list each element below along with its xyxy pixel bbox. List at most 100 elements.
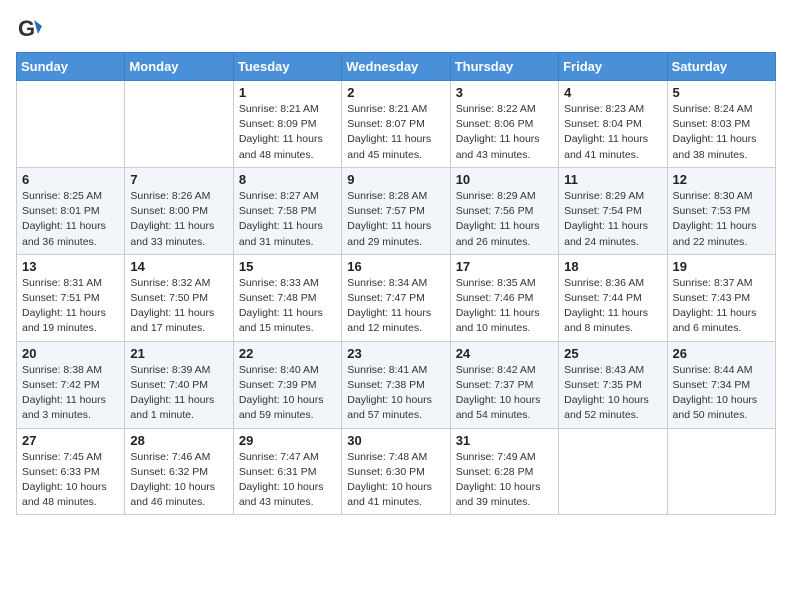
- calendar-day-cell: 11Sunrise: 8:29 AM Sunset: 7:54 PM Dayli…: [559, 167, 667, 254]
- calendar-day-cell: 23 Sunrise: 8:41 AM Sunset: 7:38 PM Dayli…: [342, 341, 450, 428]
- day-info: Sunrise: 8:28 AM Sunset: 7:57 PM Dayligh…: [347, 189, 444, 250]
- day-number: 24: [456, 346, 553, 361]
- calendar-day-cell: 25 Sunrise: 8:43 AM Sunset: 7:35 PM Dayli…: [559, 341, 667, 428]
- day-number: 12: [673, 172, 770, 187]
- day-info: Sunrise: 8:26 AM Sunset: 8:00 PM Dayligh…: [130, 189, 227, 250]
- day-number: 13: [22, 259, 119, 274]
- day-number: 8: [239, 172, 336, 187]
- day-info: Sunrise: 8:21 AM Sunset: 8:07 PM Dayligh…: [347, 102, 444, 163]
- day-number: 25: [564, 346, 661, 361]
- calendar-day-cell: 15Sunrise: 8:33 AM Sunset: 7:48 PM Dayli…: [233, 254, 341, 341]
- day-number: 30: [347, 433, 444, 448]
- weekday-header-cell: Saturday: [667, 53, 775, 81]
- day-number: 10: [456, 172, 553, 187]
- day-info: Sunrise: 8:32 AM Sunset: 7:50 PM Dayligh…: [130, 276, 227, 337]
- calendar-day-cell: 26 Sunrise: 8:44 AM Sunset: 7:34 PM Dayli…: [667, 341, 775, 428]
- day-number: 3: [456, 85, 553, 100]
- day-number: 9: [347, 172, 444, 187]
- calendar-day-cell: 24 Sunrise: 8:42 AM Sunset: 7:37 PM Dayli…: [450, 341, 558, 428]
- day-info: Sunrise: 8:30 AM Sunset: 7:53 PM Dayligh…: [673, 189, 770, 250]
- day-info: Sunrise: 8:31 AM Sunset: 7:51 PM Dayligh…: [22, 276, 119, 337]
- day-number: 22: [239, 346, 336, 361]
- day-info: Sunrise: 7:48 AM Sunset: 6:30 PM Dayligh…: [347, 450, 444, 511]
- calendar-day-cell: 7 Sunrise: 8:26 AM Sunset: 8:00 PM Daylig…: [125, 167, 233, 254]
- day-number: 18: [564, 259, 661, 274]
- calendar-day-cell: 5 Sunrise: 8:24 AM Sunset: 8:03 PM Daylig…: [667, 81, 775, 168]
- day-number: 21: [130, 346, 227, 361]
- day-info: Sunrise: 8:24 AM Sunset: 8:03 PM Dayligh…: [673, 102, 770, 163]
- weekday-header-cell: Wednesday: [342, 53, 450, 81]
- day-info: Sunrise: 8:33 AM Sunset: 7:48 PM Dayligh…: [239, 276, 336, 337]
- weekday-header-cell: Friday: [559, 53, 667, 81]
- calendar-day-cell: 8 Sunrise: 8:27 AM Sunset: 7:58 PM Daylig…: [233, 167, 341, 254]
- day-number: 27: [22, 433, 119, 448]
- calendar-day-cell: 12 Sunrise: 8:30 AM Sunset: 7:53 PM Dayli…: [667, 167, 775, 254]
- calendar-day-cell: 3Sunrise: 8:22 AM Sunset: 8:06 PM Daylig…: [450, 81, 558, 168]
- day-number: 7: [130, 172, 227, 187]
- day-info: Sunrise: 8:27 AM Sunset: 7:58 PM Dayligh…: [239, 189, 336, 250]
- calendar-week-row: 20 Sunrise: 8:38 AM Sunset: 7:42 PM Dayli…: [17, 341, 776, 428]
- logo: G: [16, 16, 48, 44]
- calendar-day-cell: 1Sunrise: 8:21 AM Sunset: 8:09 PM Daylig…: [233, 81, 341, 168]
- calendar-week-row: 13 Sunrise: 8:31 AM Sunset: 7:51 PM Dayli…: [17, 254, 776, 341]
- calendar-day-cell: 2 Sunrise: 8:21 AM Sunset: 8:07 PM Daylig…: [342, 81, 450, 168]
- svg-text:G: G: [18, 16, 35, 41]
- day-info: Sunrise: 8:42 AM Sunset: 7:37 PM Dayligh…: [456, 363, 553, 424]
- calendar-day-cell: 13 Sunrise: 8:31 AM Sunset: 7:51 PM Dayli…: [17, 254, 125, 341]
- calendar-day-cell: [559, 428, 667, 515]
- day-info: Sunrise: 8:38 AM Sunset: 7:42 PM Dayligh…: [22, 363, 119, 424]
- day-info: Sunrise: 8:36 AM Sunset: 7:44 PM Dayligh…: [564, 276, 661, 337]
- calendar-day-cell: 17Sunrise: 8:35 AM Sunset: 7:46 PM Dayli…: [450, 254, 558, 341]
- day-number: 5: [673, 85, 770, 100]
- calendar-day-cell: 27 Sunrise: 7:45 AM Sunset: 6:33 PM Dayli…: [17, 428, 125, 515]
- weekday-header-cell: Monday: [125, 53, 233, 81]
- calendar-day-cell: 31 Sunrise: 7:49 AM Sunset: 6:28 PM Dayli…: [450, 428, 558, 515]
- day-info: Sunrise: 8:23 AM Sunset: 8:04 PM Dayligh…: [564, 102, 661, 163]
- day-number: 26: [673, 346, 770, 361]
- calendar-day-cell: 4 Sunrise: 8:23 AM Sunset: 8:04 PM Daylig…: [559, 81, 667, 168]
- day-number: 31: [456, 433, 553, 448]
- day-number: 6: [22, 172, 119, 187]
- day-number: 23: [347, 346, 444, 361]
- calendar-day-cell: 19 Sunrise: 8:37 AM Sunset: 7:43 PM Dayli…: [667, 254, 775, 341]
- day-info: Sunrise: 8:44 AM Sunset: 7:34 PM Dayligh…: [673, 363, 770, 424]
- calendar-week-row: 27 Sunrise: 7:45 AM Sunset: 6:33 PM Dayli…: [17, 428, 776, 515]
- day-info: Sunrise: 8:41 AM Sunset: 7:38 PM Dayligh…: [347, 363, 444, 424]
- page-header: G: [16, 16, 776, 44]
- calendar-day-cell: [667, 428, 775, 515]
- weekday-header-cell: Sunday: [17, 53, 125, 81]
- calendar-table: SundayMondayTuesdayWednesdayThursdayFrid…: [16, 52, 776, 515]
- calendar-day-cell: 29 Sunrise: 7:47 AM Sunset: 6:31 PM Dayli…: [233, 428, 341, 515]
- day-info: Sunrise: 8:40 AM Sunset: 7:39 PM Dayligh…: [239, 363, 336, 424]
- day-number: 4: [564, 85, 661, 100]
- day-info: Sunrise: 8:39 AM Sunset: 7:40 PM Dayligh…: [130, 363, 227, 424]
- day-number: 20: [22, 346, 119, 361]
- day-number: 19: [673, 259, 770, 274]
- day-info: Sunrise: 8:34 AM Sunset: 7:47 PM Dayligh…: [347, 276, 444, 337]
- calendar-day-cell: 21 Sunrise: 8:39 AM Sunset: 7:40 PM Dayli…: [125, 341, 233, 428]
- day-info: Sunrise: 8:43 AM Sunset: 7:35 PM Dayligh…: [564, 363, 661, 424]
- day-number: 1: [239, 85, 336, 100]
- calendar-day-cell: 14 Sunrise: 8:32 AM Sunset: 7:50 PM Dayli…: [125, 254, 233, 341]
- calendar-day-cell: 16Sunrise: 8:34 AM Sunset: 7:47 PM Dayli…: [342, 254, 450, 341]
- calendar-day-cell: 28Sunrise: 7:46 AM Sunset: 6:32 PM Dayli…: [125, 428, 233, 515]
- day-number: 2: [347, 85, 444, 100]
- calendar-day-cell: 9 Sunrise: 8:28 AM Sunset: 7:57 PM Daylig…: [342, 167, 450, 254]
- day-info: Sunrise: 7:47 AM Sunset: 6:31 PM Dayligh…: [239, 450, 336, 511]
- weekday-header-cell: Thursday: [450, 53, 558, 81]
- day-number: 29: [239, 433, 336, 448]
- calendar-day-cell: 6Sunrise: 8:25 AM Sunset: 8:01 PM Daylig…: [17, 167, 125, 254]
- calendar-day-cell: 22 Sunrise: 8:40 AM Sunset: 7:39 PM Dayli…: [233, 341, 341, 428]
- day-info: Sunrise: 7:45 AM Sunset: 6:33 PM Dayligh…: [22, 450, 119, 511]
- calendar-day-cell: 20 Sunrise: 8:38 AM Sunset: 7:42 PM Dayli…: [17, 341, 125, 428]
- calendar-week-row: 1Sunrise: 8:21 AM Sunset: 8:09 PM Daylig…: [17, 81, 776, 168]
- calendar-week-row: 6Sunrise: 8:25 AM Sunset: 8:01 PM Daylig…: [17, 167, 776, 254]
- day-info: Sunrise: 8:37 AM Sunset: 7:43 PM Dayligh…: [673, 276, 770, 337]
- day-number: 14: [130, 259, 227, 274]
- day-info: Sunrise: 8:29 AM Sunset: 7:54 PM Dayligh…: [564, 189, 661, 250]
- calendar-day-cell: 10Sunrise: 8:29 AM Sunset: 7:56 PM Dayli…: [450, 167, 558, 254]
- calendar-day-cell: [17, 81, 125, 168]
- day-info: Sunrise: 7:49 AM Sunset: 6:28 PM Dayligh…: [456, 450, 553, 511]
- calendar-body: 1Sunrise: 8:21 AM Sunset: 8:09 PM Daylig…: [17, 81, 776, 515]
- day-number: 17: [456, 259, 553, 274]
